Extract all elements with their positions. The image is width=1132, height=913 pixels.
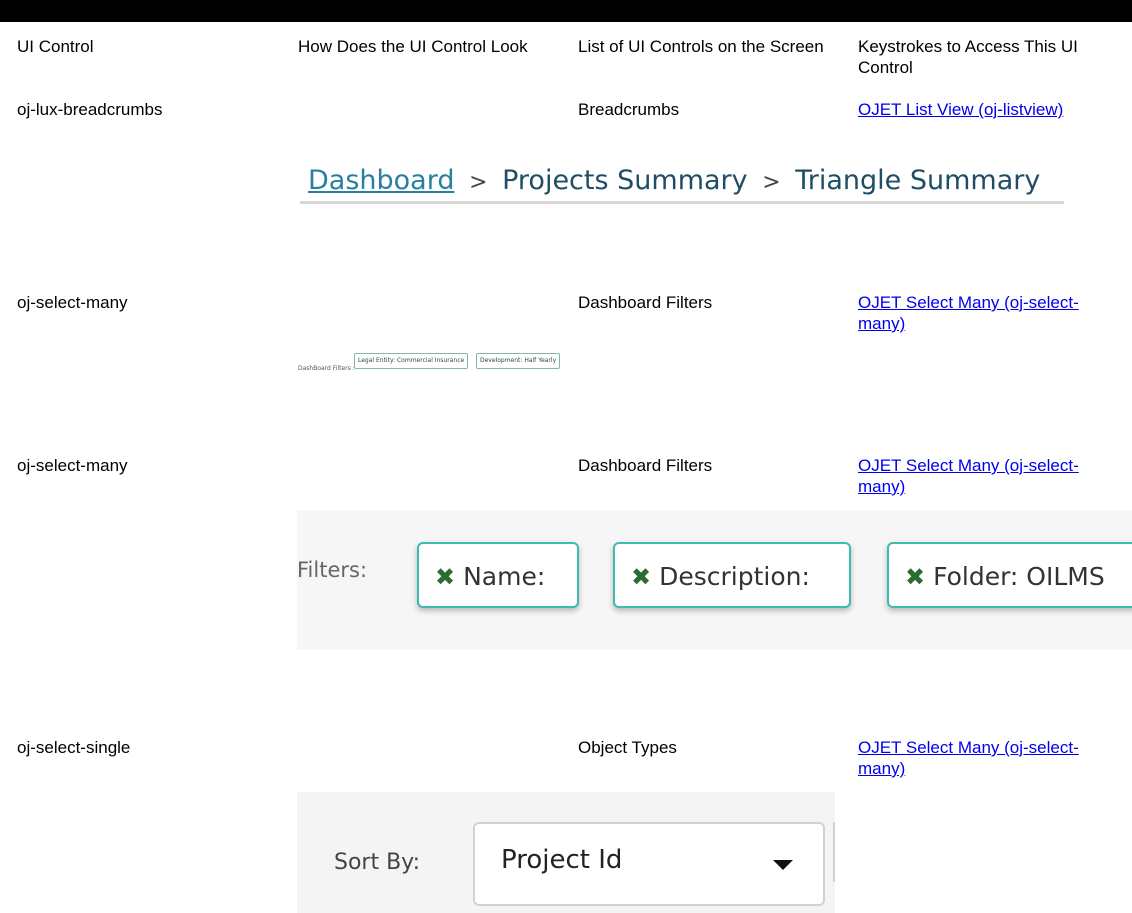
filter-chip-legal-entity[interactable]: Legal Entity: Commercial Insurance — [354, 353, 469, 369]
header-ui-control: UI Control — [17, 37, 94, 56]
sort-by-label: Sort By: — [334, 850, 421, 875]
row-3-list: Dashboard Filters — [578, 456, 713, 475]
filter-chip-folder[interactable]: ✖ Folder: OILMS — [887, 542, 1132, 608]
sort-by-value: Project Id — [501, 845, 623, 875]
sort-by-select[interactable]: Project Id — [473, 822, 825, 906]
row-1-keystrokes-link[interactable]: OJET List View (oj-listview) — [858, 99, 1078, 120]
filter-chip-description[interactable]: ✖ Description: — [613, 542, 851, 608]
filter-chip-development[interactable]: Development: Half Yearly — [476, 353, 561, 369]
breadcrumbs-screenshot: Dashboard > Projects Summary > Triangle … — [300, 160, 1064, 204]
dashboard-filters-screenshot: DashBoard Filters : Legal Entity: Commer… — [296, 350, 562, 374]
header-how-it-looks: How Does the UI Control Look — [298, 37, 528, 56]
row-3-keystrokes-link[interactable]: OJET Select Many (oj-select-many) — [858, 455, 1108, 497]
filter-chip-label: Folder: OILMS — [933, 562, 1105, 591]
sort-by-screenshot: Sort By: Project Id — [297, 792, 835, 913]
breadcrumb-item-triangle-summary: Triangle Summary — [795, 165, 1041, 196]
filter-chip-name[interactable]: ✖ Name: — [417, 542, 579, 608]
row-2-control: oj-select-many — [17, 293, 128, 312]
dashboard-filters-label: DashBoard Filters : — [298, 365, 355, 372]
remove-icon[interactable]: ✖ — [631, 563, 651, 591]
breadcrumb-item-dashboard[interactable]: Dashboard — [308, 165, 454, 196]
row-3-control: oj-select-many — [17, 456, 128, 475]
breadcrumb-separator: > — [469, 170, 488, 195]
remove-icon[interactable]: ✖ — [905, 563, 925, 591]
filter-chip-label: Description: — [659, 562, 810, 591]
remove-icon[interactable]: ✖ — [435, 563, 455, 591]
row-4-list: Object Types — [578, 738, 677, 757]
caret-down-icon[interactable] — [773, 860, 793, 870]
breadcrumb-underline — [300, 201, 1064, 204]
row-4-control: oj-select-single — [17, 738, 131, 757]
top-border-bar — [0, 0, 1132, 22]
row-1-list: Breadcrumbs — [578, 100, 680, 119]
filter-chip-label: Name: — [463, 562, 546, 591]
breadcrumb-item-projects-summary: Projects Summary — [502, 165, 748, 196]
row-4-keystrokes-link[interactable]: OJET Select Many (oj-select-many) — [858, 737, 1108, 779]
breadcrumb-separator: > — [762, 170, 781, 195]
breadcrumb: Dashboard > Projects Summary > Triangle … — [308, 162, 1040, 202]
header-keystrokes: Keystrokes to Access This UI Control — [858, 37, 1078, 77]
divider — [833, 822, 835, 882]
row-2-keystrokes-link[interactable]: OJET Select Many (oj-select-many) — [858, 292, 1108, 334]
filters-label: Filters: — [297, 558, 368, 582]
filters-screenshot: Filters: ✖ Name: ✖ Description: ✖ Folder: O… — [297, 510, 1132, 650]
row-1-control: oj-lux-breadcrumbs — [17, 100, 163, 119]
header-list-of-controls: List of UI Controls on the Screen — [578, 37, 824, 56]
row-2-list: Dashboard Filters — [578, 293, 713, 312]
